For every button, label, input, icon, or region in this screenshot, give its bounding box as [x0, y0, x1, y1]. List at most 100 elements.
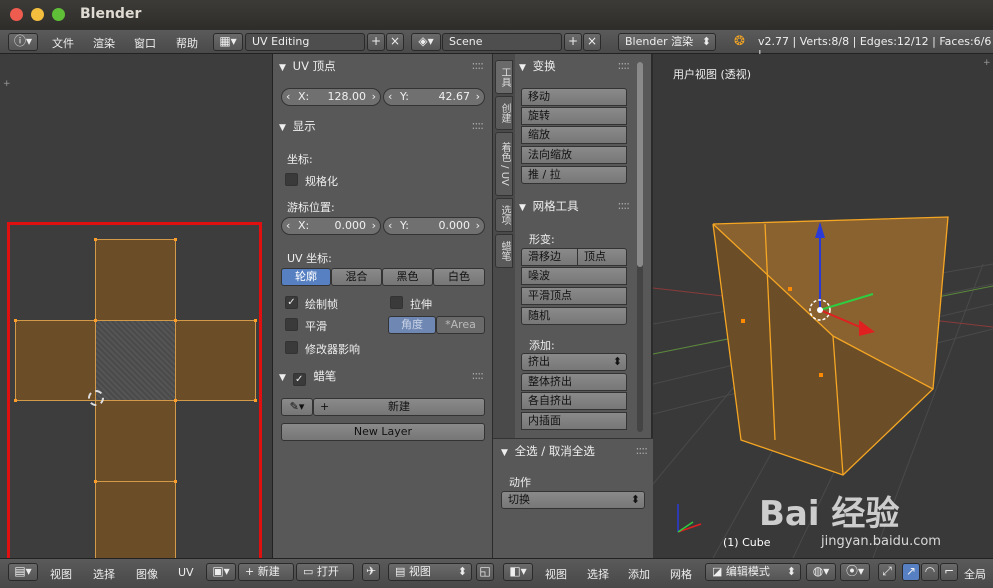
scale-button[interactable]: 缩放	[521, 126, 627, 144]
uv-menu-select[interactable]: 选择	[93, 566, 115, 582]
drag-handle-icon[interactable]: ::::	[472, 58, 484, 72]
uv-menu-view[interactable]: 视图	[50, 566, 72, 582]
tab-shading-uv[interactable]: 着色 / UV	[495, 132, 513, 196]
translate-manipulator-icon[interactable]: ↗	[902, 563, 920, 581]
menu-help[interactable]: 帮助	[176, 35, 198, 51]
open-image-button[interactable]: ▭ 打开	[296, 563, 354, 581]
extrude-region-button[interactable]: 整体挤出	[521, 373, 627, 391]
uv-face[interactable]	[95, 400, 176, 482]
rotate-manipulator-icon[interactable]: ◠	[921, 563, 939, 581]
drag-handle-icon[interactable]: ::::	[472, 368, 484, 382]
uv-vertex[interactable]	[174, 319, 177, 322]
action-dropdown[interactable]: 切换 ⬍	[501, 491, 645, 509]
new-layer-button[interactable]: New Layer	[281, 423, 485, 441]
uv-mode-outline-button[interactable]: 轮廓	[281, 268, 331, 286]
face-dot[interactable]	[819, 373, 823, 377]
edge-slide-button[interactable]: 滑移边	[521, 248, 578, 266]
vertex-slide-button[interactable]: 顶点	[577, 248, 627, 266]
2d-cursor-icon[interactable]	[88, 390, 104, 406]
new-image-button[interactable]: + 新建	[238, 563, 294, 581]
inset-faces-button[interactable]: 内插面	[521, 412, 627, 430]
maximize-window-button[interactable]	[52, 8, 65, 21]
uv-vertex[interactable]	[174, 399, 177, 402]
menu-window[interactable]: 窗口	[134, 35, 156, 51]
manipulator-icon[interactable]: ⤢	[878, 563, 896, 581]
scrollbar-thumb[interactable]	[637, 62, 643, 267]
stretch-area-button[interactable]: *Area	[436, 316, 485, 334]
uv-face[interactable]	[95, 239, 176, 321]
uv-face[interactable]	[95, 481, 176, 561]
grease-pencil-enable-checkbox[interactable]: ✓	[292, 373, 306, 386]
viewport-menu-add[interactable]: 添加	[628, 566, 650, 582]
uv-vertex[interactable]	[254, 319, 257, 322]
area-split-icon[interactable]: +	[3, 79, 11, 89]
pin-icon[interactable]: ✈	[362, 563, 380, 581]
tab-create[interactable]: 创建	[495, 96, 513, 130]
layout-icon[interactable]: ▦▾	[213, 33, 243, 51]
minimize-window-button[interactable]	[31, 8, 44, 21]
add-layout-icon[interactable]: +	[367, 33, 385, 51]
shading-icon[interactable]: ◍▾	[806, 563, 836, 581]
add-scene-icon[interactable]: +	[564, 33, 582, 51]
3d-viewport[interactable]: 用户视图 (透视) + (1) Cube Bai 经验 jingyan.baid…	[653, 54, 993, 558]
cursor-x-field[interactable]: ‹ X: 0.000 ›	[281, 217, 381, 235]
remove-layout-icon[interactable]: ×	[386, 33, 404, 51]
uv-vertex-y-field[interactable]: ‹ Y: 42.67 ›	[383, 88, 485, 106]
view-mode-dropdown[interactable]: ▤ 视图 ⬍	[388, 563, 472, 581]
close-window-button[interactable]	[10, 8, 23, 21]
normalized-checkbox[interactable]	[285, 173, 298, 186]
modifier-cage-checkbox[interactable]	[285, 341, 298, 354]
uv-vertex[interactable]	[254, 399, 257, 402]
menu-file[interactable]: 文件	[52, 35, 74, 51]
tab-options[interactable]: 选项	[495, 198, 513, 232]
viewport-menu-mesh[interactable]: 网格	[670, 566, 692, 582]
shrink-fatten-button[interactable]: 法向缩放	[521, 146, 627, 164]
extrude-dropdown[interactable]: 挤出 ⬍	[521, 353, 627, 371]
randomize-button[interactable]: 随机	[521, 307, 627, 325]
display-panel-header[interactable]: ▼ 显示 ::::	[279, 118, 487, 138]
last-operator-header[interactable]: ▼ 全选 / 取消全选 ::::	[501, 443, 649, 463]
viewport-menu-select[interactable]: 选择	[587, 566, 609, 582]
interaction-mode-dropdown[interactable]: ◪ 编辑模式 ⬍	[705, 563, 801, 581]
transform-panel-header[interactable]: ▼ 变换 ::::	[519, 58, 631, 78]
face-dot[interactable]	[741, 319, 745, 323]
viewport-menu-view[interactable]: 视图	[545, 566, 567, 582]
tab-tools[interactable]: 工具	[495, 60, 513, 94]
smooth-checkbox[interactable]	[285, 318, 298, 331]
uv-face[interactable]	[175, 320, 256, 401]
shelf-scrollbar[interactable]	[637, 62, 643, 432]
face-dot[interactable]	[788, 287, 792, 291]
tab-grease-pencil[interactable]: 蜡笔	[495, 234, 513, 268]
uv-face[interactable]	[15, 320, 96, 401]
uv-vertex[interactable]	[94, 319, 97, 322]
noise-button[interactable]: 噪波	[521, 267, 627, 285]
uv-vertex[interactable]	[174, 480, 177, 483]
uv-vertex-panel-header[interactable]: ▼ UV 顶点 ::::	[279, 58, 487, 78]
info-editor-type-icon[interactable]: ⓘ▾	[8, 33, 38, 51]
drag-handle-icon[interactable]: ::::	[472, 118, 484, 132]
remove-scene-icon[interactable]: ×	[583, 33, 601, 51]
uv-vertex[interactable]	[14, 319, 17, 322]
stretch-checkbox[interactable]	[390, 296, 403, 309]
uv-vertex[interactable]	[14, 399, 17, 402]
pencil-icon[interactable]: ✎▾	[281, 398, 313, 416]
image-browse-icon[interactable]: ▣▾	[206, 563, 236, 581]
scale-manipulator-icon[interactable]: ⌐	[940, 563, 958, 581]
uv-menu-uv[interactable]: UV	[178, 566, 194, 579]
uv-vertex[interactable]	[174, 238, 177, 241]
uv-mode-dash-button[interactable]: 混合	[331, 268, 382, 286]
smooth-vertex-button[interactable]: 平滑顶点	[521, 287, 627, 305]
draw-faces-checkbox[interactable]: ✓	[285, 296, 298, 309]
uv-vertex[interactable]	[94, 480, 97, 483]
cursor-y-field[interactable]: ‹ Y: 0.000 ›	[383, 217, 485, 235]
new-grease-pencil-button[interactable]: + 新建	[313, 398, 485, 416]
uv-vertex[interactable]	[94, 238, 97, 241]
scene-icon[interactable]: ◈▾	[411, 33, 441, 51]
uv-mode-white-button[interactable]: 白色	[433, 268, 485, 286]
uv-menu-image[interactable]: 图像	[136, 566, 158, 582]
uv-face-selected[interactable]	[95, 320, 176, 401]
uv-mode-black-button[interactable]: 黑色	[382, 268, 433, 286]
drag-handle-icon[interactable]: ::::	[636, 443, 648, 457]
transform-orientation-label[interactable]: 全局	[964, 566, 986, 582]
uv-vertex-x-field[interactable]: ‹ X: 128.00 ›	[281, 88, 381, 106]
